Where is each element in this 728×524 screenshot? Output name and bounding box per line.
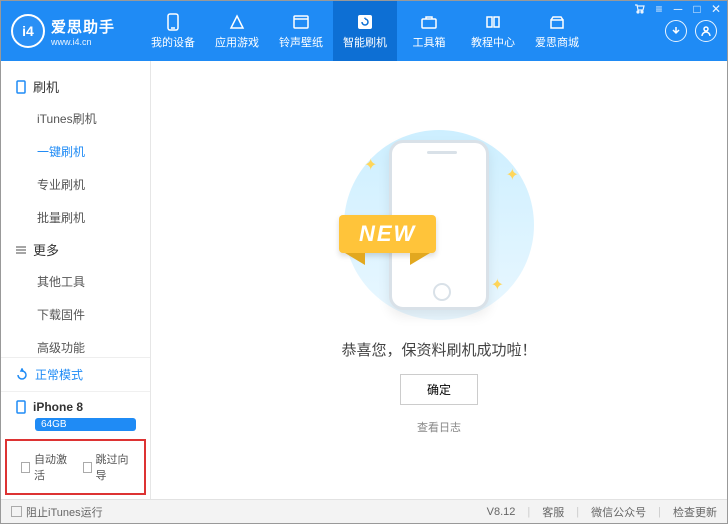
nav-label: 爱思商城 xyxy=(535,34,579,50)
checkbox-label: 阻止iTunes运行 xyxy=(26,504,103,520)
sidebar-item-pro[interactable]: 专业刷机 xyxy=(1,168,150,201)
nav-ringtones[interactable]: 铃声壁纸 xyxy=(269,1,333,61)
main-content: ✦ ✦ ✦ NEW 恭喜您，保资料刷机成功啦！ 确定 查看日志 xyxy=(151,61,727,499)
nav-label: 工具箱 xyxy=(413,34,446,50)
nav-toolbox[interactable]: 工具箱 xyxy=(397,1,461,61)
checkbox-auto-activate[interactable]: 自动激活 xyxy=(21,451,69,483)
support-link[interactable]: 客服 xyxy=(542,504,564,520)
toolbox-icon xyxy=(421,12,437,32)
refresh-icon xyxy=(15,368,29,382)
nav-label: 我的设备 xyxy=(151,34,195,50)
phone-icon xyxy=(15,80,27,94)
update-link[interactable]: 检查更新 xyxy=(673,504,717,520)
more-icon xyxy=(15,244,27,256)
hero-illustration: ✦ ✦ ✦ NEW xyxy=(329,125,549,325)
device-name: iPhone 8 xyxy=(33,400,83,414)
bottom-checks: 自动激活 跳过向导 xyxy=(5,439,146,495)
sidebar: 刷机 iTunes刷机 一键刷机 专业刷机 批量刷机 更多 其他工具 下载固件 … xyxy=(1,61,151,499)
download-icon[interactable] xyxy=(665,20,687,42)
sidebar-item-batch[interactable]: 批量刷机 xyxy=(1,201,150,234)
view-log-link[interactable]: 查看日志 xyxy=(417,419,461,435)
checkbox-label: 跳过向导 xyxy=(96,451,130,483)
window-controls: ≡ ─ □ ✕ xyxy=(632,2,724,16)
checkbox-skip-guide[interactable]: 跳过向导 xyxy=(83,451,131,483)
sidebar-section-flash[interactable]: 刷机 xyxy=(1,71,150,102)
device-row[interactable]: iPhone 8 64GB xyxy=(1,392,150,439)
wallpaper-icon xyxy=(293,12,309,32)
success-message: 恭喜您，保资料刷机成功啦！ xyxy=(341,339,536,360)
sidebar-item-oneclick[interactable]: 一键刷机 xyxy=(1,135,150,168)
user-icon[interactable] xyxy=(695,20,717,42)
mode-label: 正常模式 xyxy=(35,366,83,383)
close-icon[interactable]: ✕ xyxy=(708,2,724,16)
sidebar-item-other[interactable]: 其他工具 xyxy=(1,265,150,298)
checkbox-label: 自动激活 xyxy=(34,451,68,483)
refresh-icon xyxy=(357,12,373,32)
nav-label: 应用游戏 xyxy=(215,34,259,50)
nav-label: 铃声壁纸 xyxy=(279,34,323,50)
sidebar-item-download[interactable]: 下载固件 xyxy=(1,298,150,331)
wechat-link[interactable]: 微信公众号 xyxy=(591,504,646,520)
sidebar-section-more[interactable]: 更多 xyxy=(1,234,150,265)
version: V8.12 xyxy=(487,506,516,518)
checkbox-block-itunes[interactable]: 阻止iTunes运行 xyxy=(11,504,103,520)
maximize-icon[interactable]: □ xyxy=(689,2,705,16)
section-label: 刷机 xyxy=(33,77,59,96)
ok-button[interactable]: 确定 xyxy=(400,374,478,405)
minimize-icon[interactable]: ─ xyxy=(670,2,686,16)
sidebar-item-advanced[interactable]: 高级功能 xyxy=(1,331,150,357)
shop-icon xyxy=(549,12,565,32)
nav-label: 教程中心 xyxy=(471,34,515,50)
sidebar-item-itunes[interactable]: iTunes刷机 xyxy=(1,102,150,135)
nav-label: 智能刷机 xyxy=(343,34,387,50)
app-url: www.i4.cn xyxy=(51,37,115,47)
status-bar: 阻止iTunes运行 V8.12| 客服| 微信公众号| 检查更新 xyxy=(1,499,727,523)
nav-my-devices[interactable]: 我的设备 xyxy=(141,1,205,61)
logo-icon: i4 xyxy=(11,14,45,48)
nav-tutorials[interactable]: 教程中心 xyxy=(461,1,525,61)
top-nav: 我的设备 应用游戏 铃声壁纸 智能刷机 工具箱 教程中心 爱思商城 xyxy=(141,1,665,61)
app-name: 爱思助手 xyxy=(51,16,115,37)
phone-icon xyxy=(166,12,180,32)
section-label: 更多 xyxy=(33,240,59,259)
menu-icon[interactable]: ≡ xyxy=(651,2,667,16)
header: i4 爱思助手 www.i4.cn 我的设备 应用游戏 铃声壁纸 智能刷机 工具… xyxy=(1,1,727,61)
nav-apps-games[interactable]: 应用游戏 xyxy=(205,1,269,61)
storage-badge: 64GB xyxy=(35,418,136,431)
mode-row[interactable]: 正常模式 xyxy=(1,358,150,392)
cart-icon[interactable] xyxy=(632,2,648,16)
book-icon xyxy=(485,12,501,32)
ribbon-text: NEW xyxy=(339,215,436,253)
phone-icon xyxy=(15,400,27,414)
nav-shop[interactable]: 爱思商城 xyxy=(525,1,589,61)
logo[interactable]: i4 爱思助手 www.i4.cn xyxy=(1,14,141,48)
nav-smart-flash[interactable]: 智能刷机 xyxy=(333,1,397,61)
apps-icon xyxy=(229,12,245,32)
